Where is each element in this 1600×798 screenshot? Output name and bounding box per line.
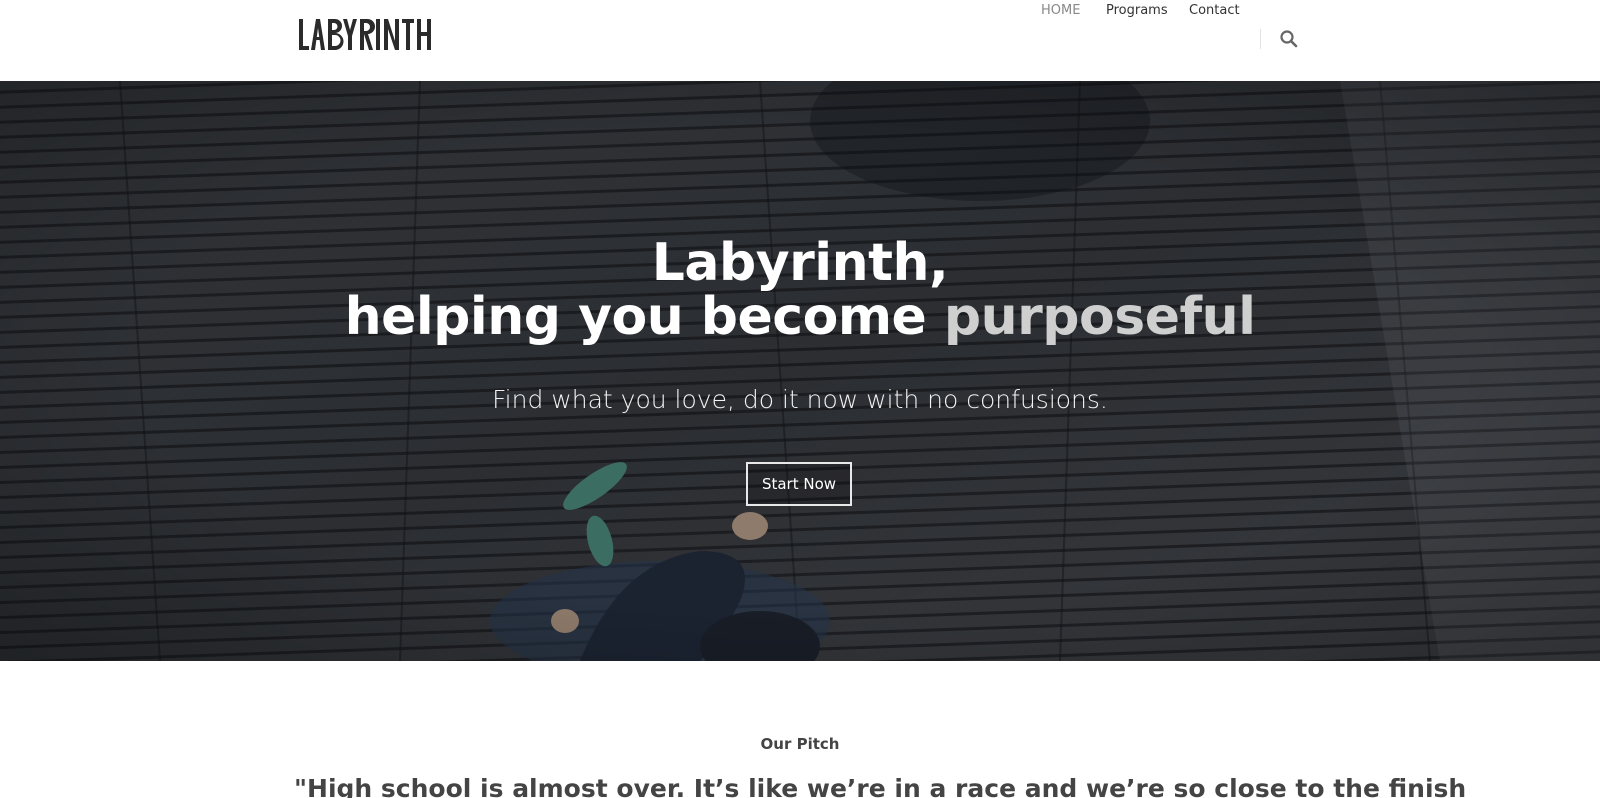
pitch-quote: "High school is almost over. It’s like w… (294, 774, 1467, 798)
hero-title: Labyrinth, helping you become purposeful (0, 236, 1600, 344)
nav-home[interactable]: HOME (1041, 0, 1080, 22)
logo-wordmark (299, 18, 431, 50)
search-icon[interactable] (1279, 29, 1299, 49)
pitch-label: Our Pitch (760, 735, 840, 753)
hero-title-accent: purposeful (943, 287, 1256, 347)
hero-section: Labyrinth, helping you become purposeful… (0, 81, 1600, 661)
nav-divider (1260, 29, 1261, 49)
nav-contact[interactable]: Contact (1189, 0, 1240, 22)
start-now-button[interactable]: Start Now (746, 462, 852, 506)
site-logo[interactable] (298, 16, 432, 56)
hero-title-line1: Labyrinth, (651, 233, 949, 293)
hero-overlay (0, 81, 1600, 661)
hero-subtitle: Find what you love, do it now with no co… (492, 385, 1108, 414)
nav-programs[interactable]: Programs (1106, 0, 1168, 22)
hero-title-line2: helping you become (344, 287, 944, 347)
site-header: HOME Programs Contact (0, 0, 1600, 81)
